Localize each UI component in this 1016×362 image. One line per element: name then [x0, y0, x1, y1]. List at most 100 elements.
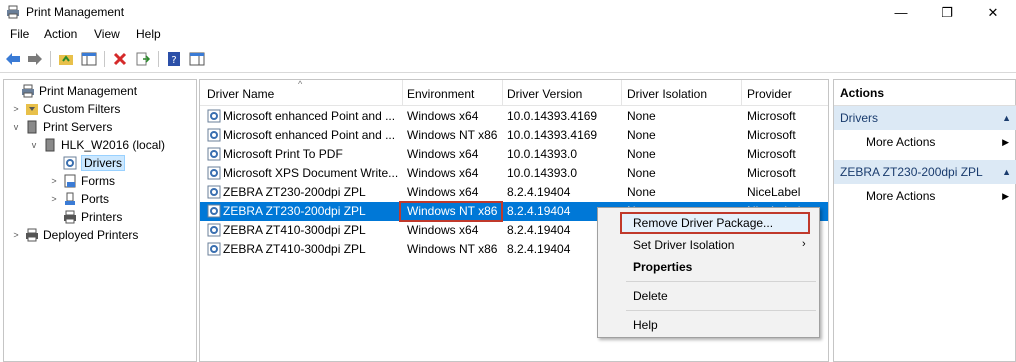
chevron-right-icon[interactable]: >	[10, 104, 22, 114]
printer-icon	[62, 209, 78, 225]
tree-item-forms[interactable]: > Forms	[48, 172, 115, 190]
tree-item-print-management[interactable]: Print Management	[6, 82, 137, 100]
svg-text:?: ?	[171, 55, 176, 66]
tree-item-deployed-printers[interactable]: > Deployed Printers	[10, 226, 138, 244]
table-row[interactable]: Microsoft Print To PDF Windows x64 10.0.14…	[200, 145, 828, 164]
table-cell: Microsoft	[747, 147, 796, 161]
menu-help[interactable]: Help	[136, 27, 161, 41]
table-cell: None	[627, 147, 656, 161]
table-cell: Windows x64	[407, 166, 479, 180]
menu-properties[interactable]: Properties	[633, 260, 692, 274]
title-bar: Print Management — ❐ ✕	[0, 0, 1016, 25]
server-icon	[24, 119, 40, 135]
driver-icon	[207, 185, 221, 199]
table-cell: 10.0.14393.0	[507, 166, 578, 180]
table-cell: Microsoft Print To PDF	[223, 147, 343, 161]
table-cell: 8.2.4.19404	[507, 185, 571, 199]
help-icon[interactable]: ?	[165, 50, 183, 68]
driver-icon	[207, 223, 221, 237]
column-driver-version[interactable]: Driver Version	[507, 87, 582, 101]
table-cell: Windows x64	[407, 185, 479, 199]
table-cell: Microsoft enhanced Point and ...	[223, 109, 396, 123]
table-cell: ZEBRA ZT230-200dpi ZPL	[223, 204, 366, 218]
maximize-button[interactable]: ❐	[924, 0, 970, 25]
tree-item-printers[interactable]: Printers	[48, 208, 122, 226]
forms-icon	[62, 173, 78, 189]
more-actions-drivers[interactable]: More Actions	[866, 135, 935, 149]
table-cell: None	[627, 128, 656, 142]
chevron-down-icon[interactable]: v	[10, 122, 22, 132]
up-folder-icon[interactable]	[57, 50, 75, 68]
minimize-button[interactable]: —	[878, 0, 924, 25]
actions-section-drivers[interactable]: Drivers ▲	[834, 106, 1016, 130]
tree-item-custom-filters[interactable]: > Custom Filters	[10, 100, 120, 118]
menu-set-driver-isolation[interactable]: Set Driver Isolation	[633, 238, 734, 252]
driver-icon	[207, 128, 221, 142]
menu-file[interactable]: File	[10, 27, 29, 41]
tree-item-print-servers[interactable]: v Print Servers	[10, 118, 113, 136]
menu-remove-driver-package[interactable]: Remove Driver Package...	[633, 216, 773, 230]
ports-icon	[62, 191, 78, 207]
submenu-arrow-icon: ▶	[1002, 191, 1009, 201]
server-icon	[42, 137, 58, 153]
filter-icon	[24, 101, 40, 117]
table-cell: None	[627, 109, 656, 123]
menu-view[interactable]: View	[94, 27, 120, 41]
column-driver-name[interactable]: Driver Name	[207, 87, 274, 101]
delete-icon[interactable]	[111, 50, 129, 68]
printer-icon	[20, 83, 36, 99]
table-row[interactable]: Microsoft enhanced Point and ... Windows …	[200, 107, 828, 126]
table-cell: 10.0.14393.4169	[507, 109, 598, 123]
toolbar: ?	[0, 46, 1016, 73]
printer-icon	[24, 227, 40, 243]
table-cell: Windows x64	[407, 147, 479, 161]
table-cell: Windows x64	[407, 109, 479, 123]
actions-section-zebra[interactable]: ZEBRA ZT230-200dpi ZPL ▲	[834, 160, 1016, 184]
column-provider[interactable]: Provider	[747, 87, 792, 101]
actions-pane: Actions Drivers ▲ More Actions ▶ ZEBRA Z…	[833, 79, 1016, 362]
menu-bar: File Action View Help	[0, 25, 1016, 45]
chevron-right-icon[interactable]: >	[10, 230, 22, 240]
close-button[interactable]: ✕	[970, 0, 1016, 25]
driver-icon	[62, 155, 78, 171]
chevron-down-icon[interactable]: v	[28, 140, 40, 150]
forward-arrow-icon[interactable]	[26, 50, 44, 68]
printer-app-icon	[7, 5, 19, 19]
table-cell: ZEBRA ZT410-300dpi ZPL	[223, 242, 366, 256]
menu-action[interactable]: Action	[44, 27, 77, 41]
driver-icon	[207, 204, 221, 218]
table-cell: Windows NT x86	[407, 128, 498, 142]
table-cell: ZEBRA ZT230-200dpi ZPL	[223, 185, 366, 199]
back-arrow-icon[interactable]	[4, 50, 22, 68]
chevron-right-icon[interactable]: >	[48, 194, 60, 204]
tree-item-drivers[interactable]: Drivers	[48, 154, 125, 172]
table-row[interactable]: Microsoft XPS Document Write... Windows x…	[200, 164, 828, 183]
table-cell: 10.0.14393.4169	[507, 128, 598, 142]
table-cell: Microsoft	[747, 109, 796, 123]
window-title: Print Management	[26, 5, 125, 19]
menu-delete[interactable]: Delete	[633, 289, 668, 303]
driver-icon	[207, 166, 221, 180]
show-hide-console-tree-icon[interactable]	[80, 50, 98, 68]
table-cell: Microsoft enhanced Point and ...	[223, 128, 396, 142]
tree-item-ports[interactable]: > Ports	[48, 190, 109, 208]
chevron-right-icon[interactable]: >	[48, 176, 60, 186]
menu-help-item[interactable]: Help	[633, 318, 658, 332]
show-hide-action-pane-icon[interactable]	[188, 50, 206, 68]
more-actions-zebra[interactable]: More Actions	[866, 189, 935, 203]
collapse-icon[interactable]: ▲	[1002, 167, 1011, 177]
environment-highlight-box	[399, 201, 503, 222]
column-environment[interactable]: Environment	[407, 87, 474, 101]
table-cell: Microsoft	[747, 166, 796, 180]
column-driver-isolation[interactable]: Driver Isolation	[627, 87, 707, 101]
table-row[interactable]: Microsoft enhanced Point and ... Windows …	[200, 126, 828, 145]
sort-ascending-icon: ^	[298, 79, 303, 89]
export-list-icon[interactable]	[134, 50, 152, 68]
table-row[interactable]: ZEBRA ZT230-200dpi ZPL Windows x64 8.2.4.1…	[200, 183, 828, 202]
collapse-icon[interactable]: ▲	[1002, 113, 1011, 123]
driver-icon	[207, 147, 221, 161]
table-cell: Microsoft	[747, 128, 796, 142]
table-cell: Windows x64	[407, 223, 479, 237]
tree-item-hlk-w2016[interactable]: v HLK_W2016 (local)	[28, 136, 165, 154]
table-cell: 10.0.14393.0	[507, 147, 578, 161]
